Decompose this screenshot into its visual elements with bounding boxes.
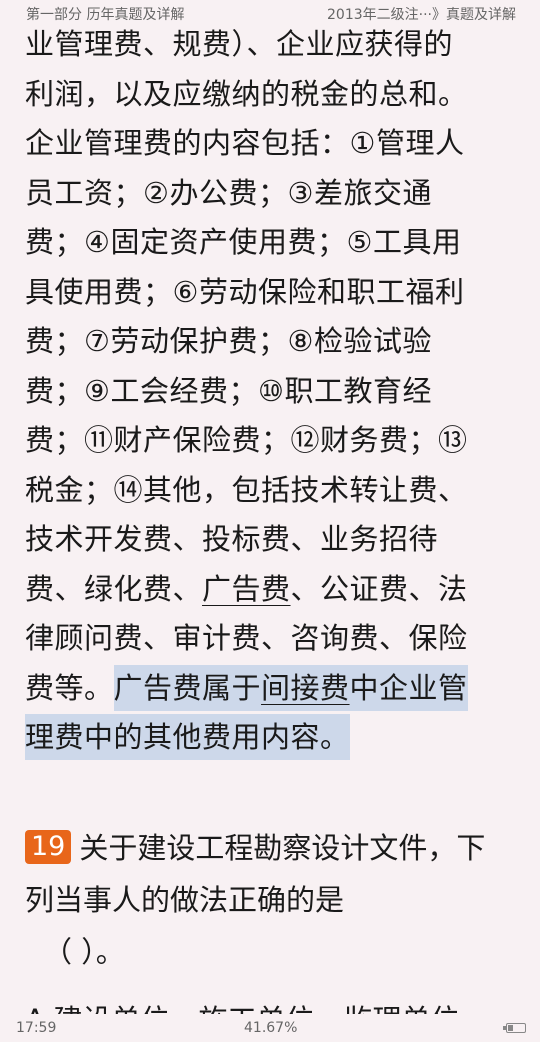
text-line: 税金；⑭其他，包括技术转让费、 xyxy=(25,472,468,507)
text-line: 费；⑨工会经费；⑩职工教育经 xyxy=(25,373,432,408)
question-line: 19 关于建设工程勘察设计文件，下 xyxy=(25,822,525,874)
text-segment: 费等。 xyxy=(25,670,114,705)
reader-status-bar: 17:59 41.67% xyxy=(0,1014,540,1042)
highlighted-text[interactable]: 广告费属于间接费中企业管 xyxy=(113,664,468,711)
answer-blank: （ ）。 xyxy=(43,935,125,969)
reading-progress: 41.67% xyxy=(244,1020,298,1036)
underlined-term[interactable]: 间接费 xyxy=(261,671,350,705)
explanation-text[interactable]: 业管理费、规费）、企业应获得的 利润，以及应缴纳的税金的总和。 企业管理费的内容… xyxy=(25,20,525,763)
battery-icon xyxy=(503,1023,526,1033)
text-segment: 中企业管 xyxy=(349,670,468,705)
text-line: 理费中的其他费用内容。 xyxy=(25,713,525,763)
question-block[interactable]: 19 关于建设工程勘察设计文件，下 列当事人的做法正确的是 （ ）。 xyxy=(25,822,525,978)
highlighted-text[interactable]: 理费中的其他费用内容。 xyxy=(25,714,350,760)
text-line: 费；④固定资产使用费；⑤工具用 xyxy=(25,225,462,259)
text-line: 员工资；②办公费；③差旅交通 xyxy=(25,175,432,210)
text-line: 费、绿化费、广告费、公证费、法 xyxy=(25,565,525,615)
text-line: 业管理费、规费）、企业应获得的 xyxy=(25,27,454,61)
text-line: 费；⑪财产保险费；⑫财务费；⑬ xyxy=(25,423,468,457)
question-line: 列当事人的做法正确的是 xyxy=(25,883,345,917)
question-number-badge: 19 xyxy=(25,830,72,864)
text-line: 费等。广告费属于间接费中企业管 xyxy=(25,664,525,714)
text-line: 律顾问费、审计费、咨询费、保险 xyxy=(25,621,468,655)
text-line: 具使用费；⑥劳动保险和职工福利 xyxy=(25,274,465,309)
text-line: 企业管理费的内容包括：①管理人 xyxy=(25,126,465,160)
question-stem: 关于建设工程勘察设计文件，下 xyxy=(79,831,486,865)
text-line: 利润，以及应缴纳的税金的总和。 xyxy=(25,76,468,111)
text-line: 技术开发费、投标费、业务招待 xyxy=(25,522,439,556)
text-segment: 费、绿化费、 xyxy=(25,571,203,606)
text-line: 费；⑦劳动保护费；⑧检验试验 xyxy=(25,324,432,358)
text-segment: 广告费属于 xyxy=(113,670,262,705)
clock: 17:59 xyxy=(16,1020,57,1036)
battery-level xyxy=(508,1025,513,1031)
underlined-term[interactable]: 广告费 xyxy=(202,572,291,606)
text-segment: 、公证费、法 xyxy=(290,571,468,606)
